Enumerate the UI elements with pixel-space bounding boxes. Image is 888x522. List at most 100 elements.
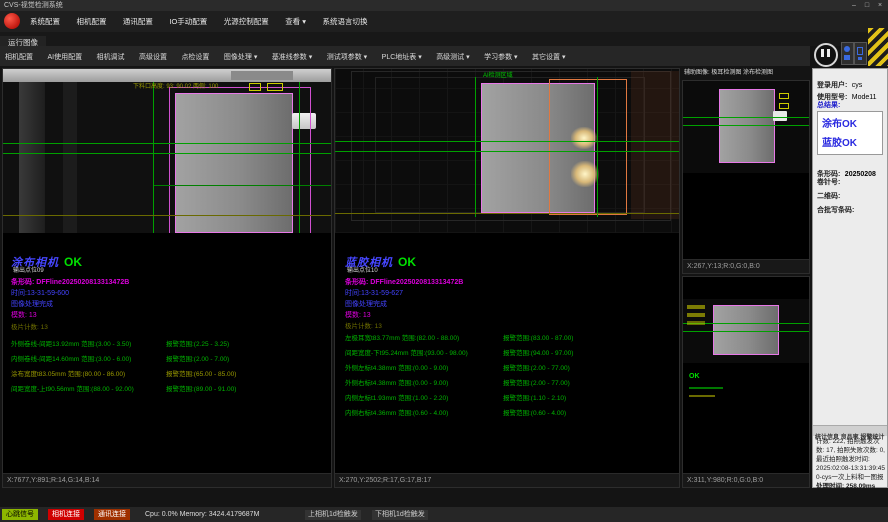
aux-text: 极片计数: 13 xyxy=(11,324,48,331)
alarm-range: 报警范围:(2.00 - 77.00) xyxy=(503,365,570,372)
camera-view-mid[interactable]: AI检测区域 xyxy=(335,69,679,233)
menu-item-view[interactable]: 查看 ▾ xyxy=(279,11,312,32)
qr-label: 二维码: xyxy=(817,191,840,201)
mini-result-line xyxy=(689,387,723,389)
tool-advanced-test[interactable]: 高级测试 ▾ xyxy=(431,48,474,68)
camera-view-left[interactable]: 下料口高度: 93: 90.02 两侧: 100 xyxy=(3,69,331,233)
heartbeat-status-badge: 心跳信号 xyxy=(2,509,38,520)
menu-item-camera-config[interactable]: 相机配置 xyxy=(70,11,112,32)
info-panel: 登录用户: cys 使用型号: Mode11 总结果: 涂布OK 蓝胶OK 条形… xyxy=(812,68,888,488)
mold-count-text: 模数: 13 xyxy=(11,312,37,320)
pixel-coords-readout: X:270,Y:2502;R:17,G:17,B:17 xyxy=(335,473,679,487)
write-barcode-label: 合批写条码: xyxy=(817,205,854,215)
measure-row: 内侧右标t4.36mm 范围:(0.60 - 4.00) xyxy=(345,410,448,417)
stats-line: 最近拍照触发时间: xyxy=(816,456,870,463)
tool-test-params[interactable]: 测试项参数 ▾ xyxy=(322,48,372,68)
tool-other-settings[interactable]: 其它设置 ▾ xyxy=(527,48,570,68)
measure-line xyxy=(335,141,679,142)
stats-line: 2025:02:08-13:31:39:45 xyxy=(816,465,885,472)
pixel-coords-readout: X:311,Y:980;R:0,G:0,B:0 xyxy=(683,473,809,487)
measure-line xyxy=(335,151,679,152)
camera-view-preview-2[interactable] xyxy=(683,299,809,363)
maximize-button[interactable]: □ xyxy=(861,0,873,11)
toolbar: 相机配置 AI使用配置 相机调试 高级设置 点检设置 图像处理 ▾ 基准线参数 … xyxy=(0,46,810,66)
reflective-highlight xyxy=(571,161,599,187)
process-status-text: 图像处理完成 xyxy=(345,301,387,309)
alarm-range: 报警范围:(89.00 - 91.00) xyxy=(166,386,236,393)
monitor-stand-icon xyxy=(858,57,862,60)
tool-camera-debug[interactable]: 相机调试 xyxy=(92,48,130,68)
pixel-coords-readout: X:267,Y:13;R:0,G:0,B:0 xyxy=(683,259,809,273)
machine-rail-detail xyxy=(231,71,293,80)
alarm-range: 报警范围:(65.00 - 85.00) xyxy=(166,371,236,378)
result-ok-badge: OK xyxy=(64,255,82,269)
aux-text: 极片计数: 13 xyxy=(345,323,382,330)
camera-icon[interactable] xyxy=(841,42,854,65)
pause-bar-icon xyxy=(821,49,824,57)
titlebar: CVS-视觉检测系统 – □ × xyxy=(0,0,888,11)
product-region xyxy=(719,89,775,163)
machine-strut xyxy=(19,82,45,233)
mold-count-text: 模数: 13 xyxy=(345,312,371,320)
pause-button[interactable] xyxy=(814,43,838,67)
overlay-label: 下料口高度: 93: 90.02 两侧: 100 xyxy=(133,84,218,91)
alarm-range: 报警范围:(94.00 - 97.00) xyxy=(503,350,573,357)
tool-ai-config[interactable]: AI使用配置 xyxy=(42,48,87,68)
baseline xyxy=(335,213,679,214)
menu-item-language[interactable]: 系统语言切换 xyxy=(317,11,374,32)
stats-line: 0-cys一次上料和一图报 xyxy=(816,474,884,481)
result-subtitle: 输出点位10 xyxy=(347,268,378,275)
tool-learning-params[interactable]: 学习参数 ▾ xyxy=(479,48,522,68)
camera-view-preview-1[interactable] xyxy=(683,81,809,173)
measure-row: 内侧左标t1.93mm 范围:(1.00 - 2.20) xyxy=(345,395,448,402)
menu-item-io-manual[interactable]: IO手动配置 xyxy=(163,11,213,32)
ai-region-label: AI检测区域 xyxy=(483,73,513,80)
pixel-coords-readout: X:7677,Y:891;R:14,G:14,B:14 xyxy=(3,473,331,487)
measure-line xyxy=(597,77,598,217)
tool-baseline-params[interactable]: 基准线参数 ▾ xyxy=(267,48,317,68)
left-camera-panel: 下料口高度: 93: 90.02 两侧: 100 涂布相机OK 输出点位09 条… xyxy=(2,68,332,488)
measure-row: 外侧左标t4.38mm 范围:(0.00 - 9.00) xyxy=(345,365,448,372)
tool-plc-table[interactable]: PLC地址表 ▾ xyxy=(377,48,427,68)
mid-camera-panel: AI检测区域 蓝胶相机OK 输出点位10 条形码: DFFline2025020… xyxy=(334,68,680,488)
measure-line xyxy=(153,82,154,233)
overlay-value-box xyxy=(779,93,789,99)
alarm-range: 报警范围:(1.10 - 2.10) xyxy=(503,395,566,402)
menu-item-comm-config[interactable]: 通讯配置 xyxy=(117,11,159,32)
model-value: Mode11 xyxy=(852,94,877,101)
upper-camera-trigger-status: 上相机1d检触发 xyxy=(305,510,361,520)
measure-line xyxy=(475,77,476,217)
time-text: 时间:13-31-59-600 xyxy=(11,290,69,298)
hazard-stripe-decoration xyxy=(868,28,888,66)
alarm-range: 报警范围:(83.00 - 87.00) xyxy=(503,335,573,342)
camera-body-icon xyxy=(844,55,850,60)
tool-advanced-settings[interactable]: 高级设置 xyxy=(134,48,172,68)
overlay-value-box xyxy=(779,103,789,109)
tool-image-processing[interactable]: 图像处理 ▾ xyxy=(219,48,262,68)
measure-row: 外侧右标t4.38mm 范围:(0.00 - 9.00) xyxy=(345,380,448,387)
menu-item-system-config[interactable]: 系统配置 xyxy=(24,11,66,32)
stats-header-bar: 统计信息 良品率 报警统计 xyxy=(813,425,887,436)
tool-spot-check[interactable]: 点检设置 xyxy=(176,48,214,68)
alarm-range: 报警范围:(2.25 - 3.25) xyxy=(166,341,229,348)
app-window: CVS-视觉检测系统 – □ × 系统配置 相机配置 通讯配置 IO手动配置 光… xyxy=(0,0,888,522)
close-button[interactable]: × xyxy=(874,0,886,11)
menu-item-light-control[interactable]: 光源控制配置 xyxy=(218,11,275,32)
overlay-label-mark xyxy=(687,305,705,309)
mini-result-line xyxy=(689,395,715,397)
tool-camera-config[interactable]: 相机配置 xyxy=(0,48,38,68)
stats-line-process-time: 处理时间: 258.09ms xyxy=(816,483,875,490)
minimize-button[interactable]: – xyxy=(848,0,860,11)
reflective-highlight xyxy=(571,127,597,149)
measure-line xyxy=(299,82,300,233)
preview-ok-badge: OK xyxy=(689,373,700,381)
comm-connection-badge: 通讯连接 xyxy=(94,509,130,520)
alarm-range: 报警范围:(2.00 - 7.00) xyxy=(166,356,229,363)
monitor-icon[interactable] xyxy=(854,42,867,65)
app-logo-icon xyxy=(4,13,20,29)
measure-line xyxy=(683,117,809,118)
measure-row: 涂布宽度t83.05mm 范围:(80.00 - 86.00) xyxy=(11,371,125,378)
pin-label: 卷针号: xyxy=(817,177,840,187)
measure-line xyxy=(3,143,331,144)
tab-connector xyxy=(773,111,787,121)
